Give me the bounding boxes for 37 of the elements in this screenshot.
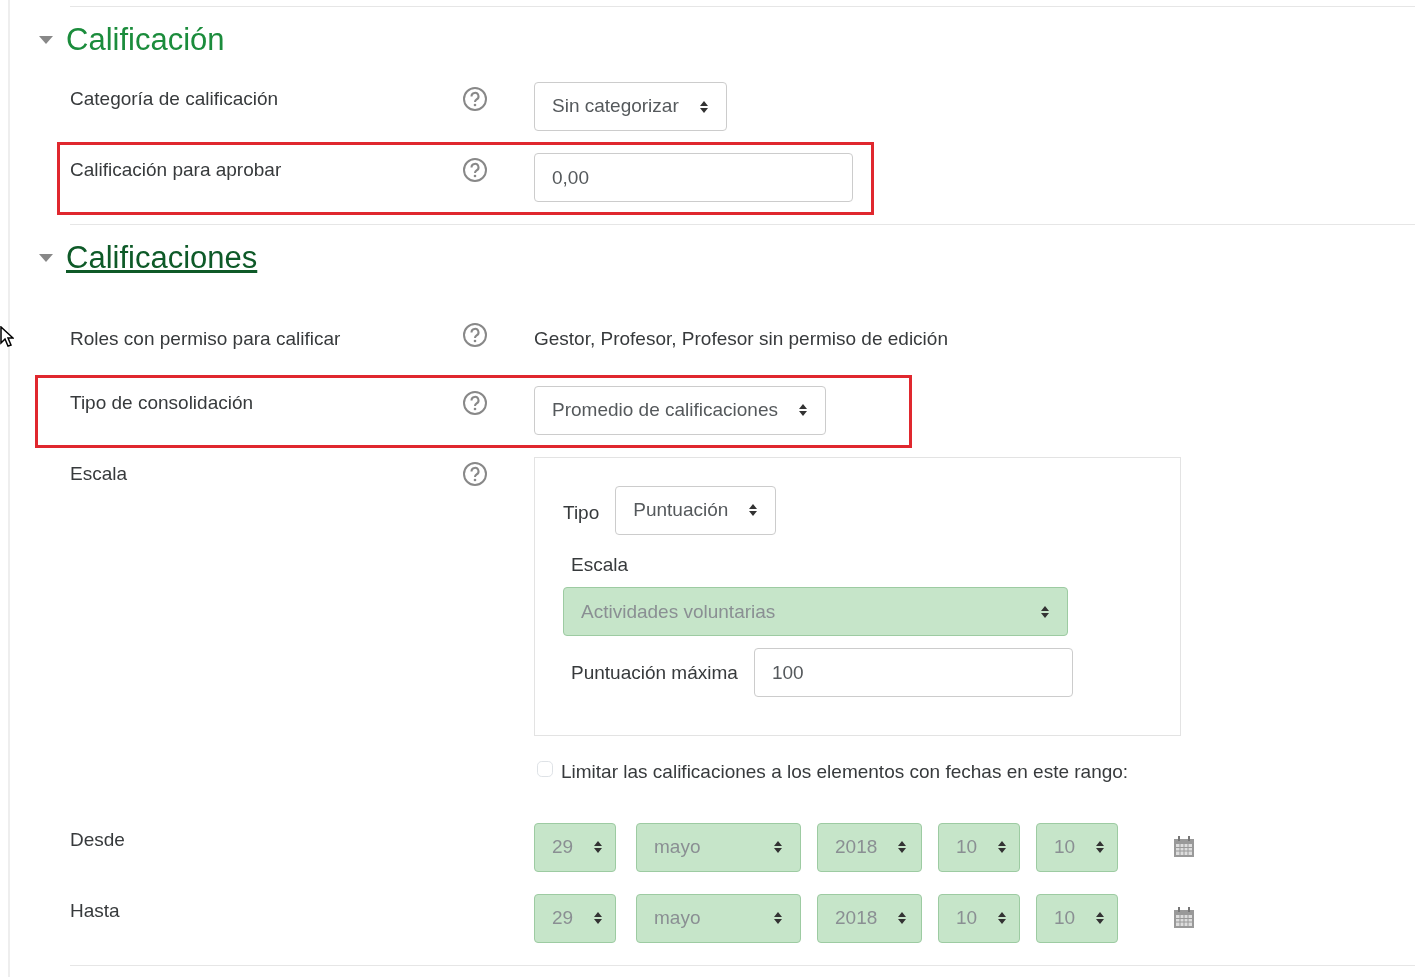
field-label: Escala [70,461,129,486]
sort-caret-icon [593,911,604,926]
field-label: Roles con permiso para calificar [70,327,342,352]
field-label: Calificación para aprobar [70,158,283,183]
sort-caret-icon [897,911,908,926]
mouse-cursor-icon [0,326,14,348]
field-label: Hasta [70,898,121,923]
sort-caret-icon [798,403,808,418]
field-label: Tipo [563,501,600,526]
sort-caret-icon [1095,911,1106,926]
field-label: Categoría de calificación [70,87,280,112]
section-heading[interactable]: Calificaciones [66,239,258,277]
select-dropdown[interactable]: Promedio de calificaciones [534,385,826,435]
sort-caret-icon [593,840,604,855]
select-dropdown[interactable]: Puntuación [615,485,777,535]
sort-caret-icon [897,840,908,855]
field-label: Escala [571,552,630,577]
checkbox[interactable] [537,761,553,778]
static-value: Gestor, Profesor, Profesor sin permiso de edición [534,327,948,352]
sort-caret-icon [773,911,783,926]
select-dropdown[interactable]: Sin categorizar [534,82,727,132]
sort-caret-icon [997,911,1008,926]
checkbox-label: Limitar las calificaciones a los elementos con fechas en este rango: [561,760,1129,785]
sort-caret-icon [1095,840,1106,855]
input-field[interactable]: 100 [753,648,1073,698]
sort-caret-icon [997,840,1008,855]
input-field[interactable]: 0,00 [534,153,853,203]
section-heading[interactable]: Calificación [66,21,225,59]
calendar-icon [1172,834,1196,859]
sort-caret-icon [698,99,709,114]
sort-caret-icon [773,840,783,855]
sort-caret-icon [748,503,759,518]
calendar-icon [1172,905,1196,930]
sort-caret-icon [1040,604,1050,619]
field-label: Tipo de consolidación [70,390,255,415]
field-label: Puntuación máxima [571,660,738,685]
field-label: Desde [70,827,126,852]
